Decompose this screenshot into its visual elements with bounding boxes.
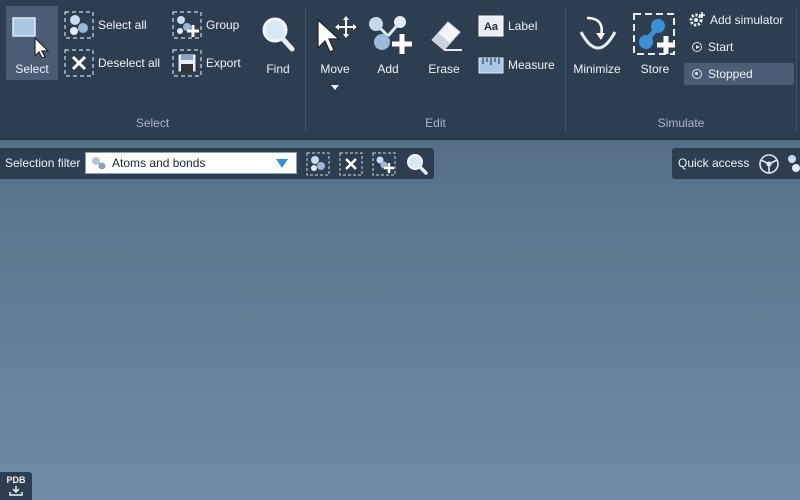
minimize-button-label: Minimize (573, 62, 621, 76)
store-molecule-icon (632, 12, 678, 58)
deselect-all-icon (64, 49, 94, 77)
atoms-bonds-icon (91, 156, 107, 170)
steering-wheel-icon[interactable] (758, 153, 780, 178)
label-aa-icon: Aa (478, 15, 504, 37)
store-button-label: Store (640, 62, 670, 76)
group-icon (172, 11, 202, 39)
simulate-group: Minimize Store Add simulator Start Stopp… (566, 0, 796, 140)
find-button-label: Find (266, 62, 290, 76)
edit-group: Move Add Erase Aa Label Measure Edit (306, 0, 565, 140)
export-save-icon (172, 49, 202, 77)
quick-access-bar: Quick access (672, 148, 800, 179)
add-button-label: Add (377, 62, 399, 76)
add-simulator-label: Add simulator (710, 13, 784, 27)
filter-select-all-button[interactable] (306, 152, 330, 176)
filter-deselect-all-button[interactable] (339, 152, 363, 176)
ribbon-toolbar: Select Select all Deselect all Group Exp… (0, 0, 800, 140)
minimize-button[interactable]: Minimize (568, 6, 626, 80)
deselect-all-label: Deselect all (98, 56, 161, 70)
label-button[interactable]: Aa Label (478, 15, 537, 37)
filter-find-button[interactable] (405, 152, 429, 176)
label-button-label: Label (508, 19, 538, 33)
move-button[interactable]: Move (310, 6, 360, 96)
start-label: Start (708, 40, 734, 54)
add-button[interactable]: Add (362, 6, 414, 80)
add-atom-icon (366, 12, 412, 56)
magnifier-icon (261, 16, 295, 52)
add-simulator-button[interactable]: Add simulator (688, 9, 783, 31)
export-label: Export (206, 56, 241, 70)
selection-filter-value: Atoms and bonds (112, 156, 206, 170)
edit-group-label: Edit (425, 116, 446, 130)
select-all-icon (306, 152, 330, 176)
gear-add-icon (688, 11, 706, 29)
play-icon (692, 42, 702, 52)
pdb-label: PDB (6, 475, 26, 485)
selection-filter-dropdown[interactable]: Atoms and bonds (85, 152, 297, 174)
find-button[interactable]: Find (255, 6, 301, 80)
export-button[interactable]: Export (172, 49, 241, 77)
group-icon (372, 152, 396, 176)
select-all-button[interactable]: Select all (64, 11, 147, 39)
eraser-icon (426, 16, 464, 52)
pdb-import-button[interactable]: PDB (0, 472, 32, 500)
chevron-down-icon (276, 159, 288, 168)
deselect-all-icon (339, 152, 363, 176)
select-all-label: Select all (98, 18, 147, 32)
selection-filter-label: Selection filter (5, 156, 81, 170)
download-icon (9, 486, 23, 498)
measure-button-label: Measure (508, 58, 555, 72)
erase-button[interactable]: Erase (418, 6, 470, 80)
magnifier-icon (407, 154, 428, 175)
move-cursor-icon (314, 14, 356, 54)
stop-icon (692, 69, 702, 79)
select-button[interactable]: Select (6, 6, 58, 80)
quick-access-label: Quick access (678, 156, 750, 170)
measure-button[interactable]: Measure (478, 54, 555, 76)
molecule-icon[interactable] (786, 153, 800, 178)
selection-filter-bar: Selection filter Atoms and bonds (0, 148, 434, 179)
stopped-radio[interactable]: Stopped (684, 63, 794, 85)
move-dropdown-chevron-icon[interactable] (331, 85, 339, 90)
group-button[interactable]: Group (172, 11, 240, 39)
select-button-label: Select (15, 62, 49, 76)
move-button-label: Move (320, 62, 350, 76)
simulate-group-label: Simulate (657, 116, 705, 130)
select-all-icon (64, 11, 94, 39)
group-separator (796, 8, 797, 132)
erase-button-label: Erase (428, 62, 460, 76)
minimize-energy-icon (577, 12, 619, 56)
stopped-label: Stopped (708, 67, 753, 81)
store-button[interactable]: Store (628, 6, 682, 80)
filter-group-button[interactable] (372, 152, 396, 176)
ruler-icon (478, 54, 504, 76)
svg-text:Aa: Aa (484, 21, 499, 33)
start-radio[interactable]: Start (684, 36, 794, 58)
select-group: Select Select all Deselect all Group Exp… (0, 0, 305, 140)
select-group-label: Select (135, 116, 170, 130)
select-cursor-icon (11, 12, 55, 58)
deselect-all-button[interactable]: Deselect all (64, 49, 161, 77)
group-label: Group (206, 18, 240, 32)
